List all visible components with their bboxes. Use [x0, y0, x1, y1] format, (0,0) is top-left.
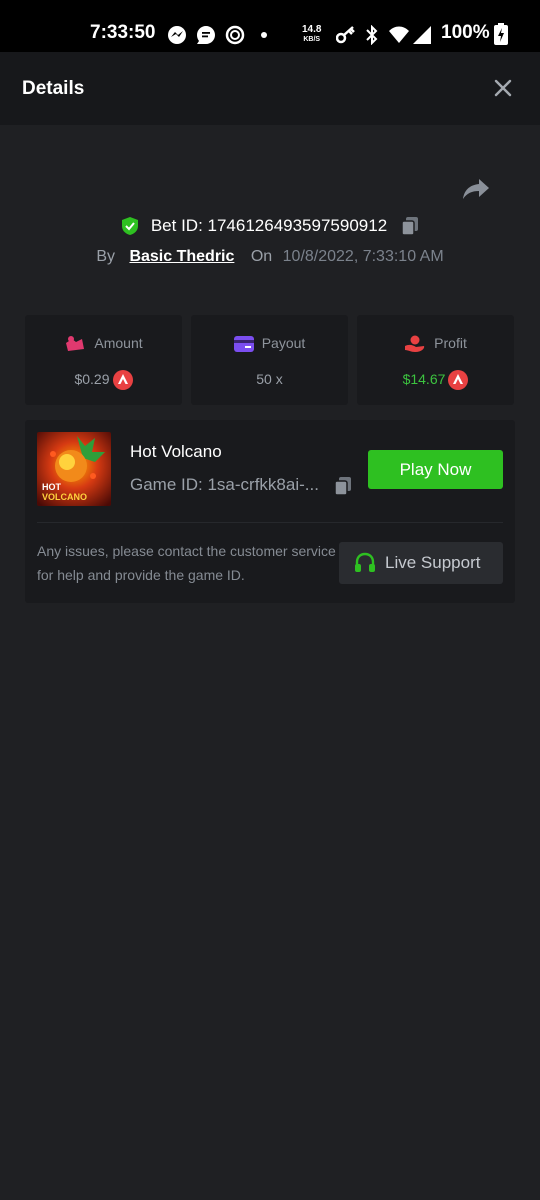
- net-speed: 14.8 KB/S: [302, 24, 322, 44]
- bet-id: Bet ID: 1746126493597590912: [150, 215, 388, 235]
- avax-coin-icon: [112, 370, 133, 391]
- live-support-label: Live Support: [385, 553, 481, 572]
- avax-coin-icon: [448, 370, 469, 391]
- details-header: Details: [0, 52, 540, 125]
- payout-card: Payout 50 x: [191, 315, 348, 405]
- play-now-button[interactable]: Play Now: [368, 450, 503, 489]
- bet-id-row: Bet ID: 1746126493597590912: [0, 213, 540, 237]
- hand-coin-icon: [405, 335, 425, 353]
- chat-icon: [197, 26, 215, 44]
- dot-icon: [261, 32, 267, 38]
- user-link[interactable]: Basic Thedric: [129, 248, 234, 265]
- support-help-text: Any issues, please contact the customer …: [37, 543, 336, 583]
- verified-shield-icon: [122, 216, 139, 235]
- thumb-title-top: HOT: [42, 482, 62, 492]
- thumb-title-bottom: VOLCANO: [42, 492, 87, 502]
- divider: [37, 522, 503, 523]
- game-thumbnail[interactable]: HOT VOLCANO: [37, 432, 111, 506]
- amount-label: Amount: [94, 335, 143, 351]
- battery-charging-icon: [494, 23, 508, 45]
- by-label: By: [96, 248, 115, 265]
- messenger-icon: [168, 26, 186, 44]
- status-bar: 7:33:50 14.8 KB/S 100%: [0, 0, 540, 52]
- app-icon: [225, 25, 245, 45]
- signal-icon: [413, 26, 431, 44]
- amount-value: $0.29: [74, 371, 110, 387]
- profit-value: $14.67: [402, 371, 446, 387]
- close-icon[interactable]: [490, 75, 516, 101]
- headset-icon: [355, 552, 375, 572]
- battery-percent: 100%: [441, 22, 490, 43]
- money-bag-icon: [66, 336, 85, 352]
- bluetooth-icon: [366, 25, 378, 45]
- copy-game-id-icon[interactable]: [333, 476, 353, 496]
- bet-author-row: By Basic Thedric On 10/8/2022, 7:33:10 A…: [0, 246, 540, 268]
- wifi-icon: [389, 26, 409, 43]
- profit-label: Profit: [434, 335, 467, 351]
- amount-card: Amount $0.29: [25, 315, 182, 405]
- game-id: Game ID: 1sa-crfkk8ai-...: [130, 475, 319, 494]
- payout-value: 50 x: [256, 371, 283, 387]
- bet-date: 10/8/2022, 7:33:10 AM: [282, 248, 444, 265]
- payout-label: Payout: [261, 335, 306, 351]
- live-support-button[interactable]: Live Support: [339, 542, 503, 584]
- page-title: Details: [22, 78, 85, 99]
- key-icon: [336, 26, 355, 44]
- card-icon: [233, 336, 254, 353]
- copy-icon[interactable]: [400, 216, 420, 236]
- status-time: 7:33:50: [90, 22, 156, 43]
- on-label: On: [250, 248, 273, 265]
- game-card: HOT VOLCANO Hot Volcano Game ID: 1sa-crf…: [25, 420, 515, 603]
- game-name: Hot Volcano: [130, 442, 222, 461]
- profit-card: Profit $14.67: [357, 315, 514, 405]
- share-icon[interactable]: [462, 177, 490, 201]
